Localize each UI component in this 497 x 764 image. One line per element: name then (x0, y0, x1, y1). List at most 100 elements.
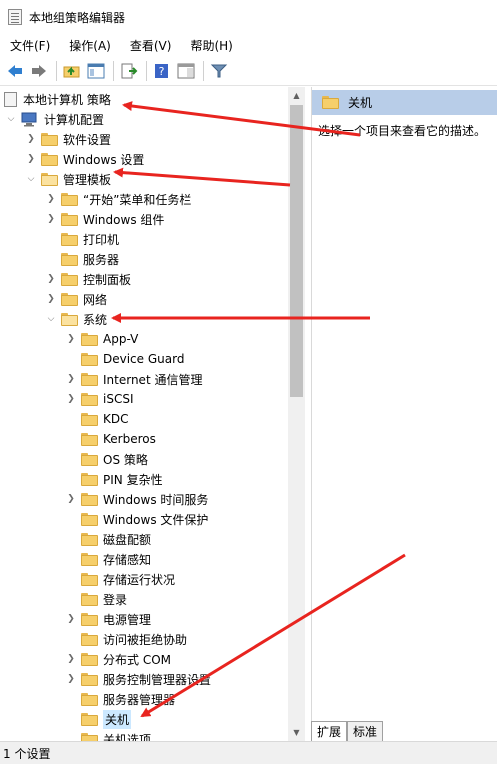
tree-item-computer-config[interactable]: ⌵ 计算机配置 (5, 109, 104, 129)
tree-label: App-V (103, 332, 139, 346)
tree-item-system-child[interactable]: ❯ 电源管理 (65, 609, 151, 629)
forward-arrow-icon[interactable] (28, 60, 50, 82)
tree-label: Device Guard (103, 352, 185, 366)
tree-item-system-child[interactable]: 服务器管理器 (65, 689, 175, 709)
folder-icon (81, 432, 98, 446)
tree-item-system-child[interactable]: PIN 复杂性 (65, 469, 163, 489)
tree-label: Windows 设置 (63, 152, 145, 167)
tree-scrollbar[interactable]: ▲ ▼ (288, 87, 305, 741)
tree-label: Windows 时间服务 (103, 492, 209, 507)
tree-item-printers[interactable]: 打印机 (45, 229, 119, 249)
tree-item-software-settings[interactable]: ❯ 软件设置 (25, 129, 111, 149)
chevron-right-icon[interactable]: ❯ (25, 153, 37, 165)
tree-item-system-child[interactable]: Windows 文件保护 (65, 509, 208, 529)
menu-help[interactable]: 帮助(H) (180, 37, 241, 54)
tree-label: Windows 组件 (83, 212, 165, 227)
details-header: 关机 (312, 90, 497, 115)
folder-icon (81, 372, 98, 386)
tree-item-system-child[interactable]: 存储运行状况 (65, 569, 175, 589)
chevron-right-icon[interactable]: ❯ (45, 193, 57, 205)
tree-label: “开始”菜单和任务栏 (83, 192, 192, 207)
policy-editor-app-icon (8, 9, 22, 25)
chevron-right-icon[interactable]: ❯ (45, 273, 57, 285)
toolbar-separator (56, 60, 57, 81)
tree-item-system[interactable]: ⌵ 系统 (45, 309, 107, 329)
menu-view[interactable]: 查看(V) (120, 37, 181, 54)
tree-item-system-child[interactable]: 关机选项 (65, 729, 151, 741)
chevron-right-icon[interactable]: ❯ (65, 333, 77, 345)
up-folder-icon[interactable] (61, 60, 83, 82)
back-arrow-icon[interactable] (4, 60, 26, 82)
tree-label: 服务控制管理器设置 (103, 672, 212, 687)
chevron-right-icon[interactable]: ❯ (65, 653, 77, 665)
chevron-right-icon[interactable]: ❯ (65, 373, 77, 385)
folder-icon (81, 472, 98, 486)
folder-icon (81, 452, 98, 466)
tree-item-system-child[interactable]: 登录 (65, 589, 127, 609)
folder-icon (81, 592, 98, 606)
tree-item-windows-settings[interactable]: ❯ Windows 设置 (25, 149, 144, 169)
folder-icon (81, 672, 98, 686)
details-header-title: 关机 (348, 96, 373, 110)
tree-item-system-child[interactable]: Device Guard (65, 349, 184, 369)
scrollbar-thumb[interactable] (290, 105, 303, 397)
chevron-right-icon[interactable]: ❯ (65, 393, 77, 405)
tree-item-network[interactable]: ❯ 网络 (45, 289, 107, 309)
tree-item-system-child[interactable]: KDC (65, 409, 129, 429)
tab-extended[interactable]: 扩展 (311, 721, 348, 741)
tree-item-system-child[interactable]: ❯ 服务控制管理器设置 (65, 669, 211, 689)
export-list-icon[interactable] (118, 60, 140, 82)
folder-icon (81, 492, 98, 506)
chevron-right-icon[interactable]: ❯ (65, 673, 77, 685)
tree-item-system-child[interactable]: ❯ Internet 通信管理 (65, 369, 202, 389)
tree-label: 控制面板 (83, 272, 132, 287)
chevron-right-icon[interactable]: ❯ (25, 133, 37, 145)
status-bar: 1 个设置 (0, 741, 497, 764)
tree-item-windows-components[interactable]: ❯ Windows 组件 (45, 209, 164, 229)
folder-icon (81, 652, 98, 666)
tree-item-system-child[interactable]: ❯ iSCSI (65, 389, 133, 409)
tree-item-system-child[interactable]: 磁盘配额 (65, 529, 151, 549)
folder-icon (61, 232, 78, 246)
tree-item-control-panel[interactable]: ❯ 控制面板 (45, 269, 131, 289)
tree-item-system-child[interactable]: ❯ Windows 时间服务 (65, 489, 208, 509)
show-hide-tree-icon[interactable] (85, 60, 107, 82)
tree-item-servers[interactable]: 服务器 (45, 249, 119, 269)
help-icon[interactable]: ? (151, 60, 173, 82)
tree-item-system-child[interactable]: 存储感知 (65, 549, 151, 569)
tree-label: 软件设置 (63, 132, 112, 147)
properties-pane-icon[interactable] (175, 60, 197, 82)
tree-item-system-child[interactable]: 访问被拒绝协助 (65, 629, 187, 649)
chevron-right-icon[interactable]: ❯ (65, 613, 77, 625)
tree-item-system-child[interactable]: ❯ App-V (65, 329, 138, 349)
details-pane: 关机 选择一个项目来查看它的描述。 (311, 87, 497, 741)
filter-icon[interactable] (208, 60, 230, 82)
chevron-right-icon[interactable]: ❯ (45, 293, 57, 305)
tree-label: 登录 (103, 592, 128, 607)
tree-item-system-child[interactable]: OS 策略 (65, 449, 148, 469)
tree-item-system-child[interactable]: ❯ 分布式 COM (65, 649, 171, 669)
scroll-down-arrow-icon[interactable]: ▼ (288, 724, 305, 741)
chevron-right-icon[interactable]: ❯ (65, 493, 77, 505)
chevron-down-icon[interactable]: ⌵ (25, 173, 37, 185)
chevron-down-icon[interactable]: ⌵ (5, 113, 17, 125)
tree-item-start-menu[interactable]: ❯ “开始”菜单和任务栏 (45, 189, 191, 209)
folder-icon (81, 552, 98, 566)
tree-pane[interactable]: 本地计算机 策略 ⌵ 计算机配置 ❯ 软件设置 ❯ Windows 设置 ⌵ 管… (0, 87, 305, 741)
chevron-right-icon[interactable]: ❯ (45, 213, 57, 225)
menu-file[interactable]: 文件(F) (0, 37, 59, 54)
tree-label: Internet 通信管理 (103, 372, 203, 387)
scroll-up-arrow-icon[interactable]: ▲ (288, 87, 305, 104)
chevron-down-icon[interactable]: ⌵ (45, 313, 57, 325)
folder-icon (81, 732, 98, 741)
folder-icon (81, 512, 98, 526)
tree-item-system-child[interactable]: 关机 (65, 709, 132, 729)
tree-item-admin-templates[interactable]: ⌵ 管理模板 (25, 169, 111, 189)
tree-root[interactable]: 本地计算机 策略 (4, 89, 111, 109)
folder-icon (81, 632, 98, 646)
tree-label: PIN 复杂性 (103, 472, 163, 487)
folder-icon (81, 612, 98, 626)
menu-action[interactable]: 操作(A) (59, 37, 120, 54)
tab-standard[interactable]: 标准 (347, 721, 384, 741)
tree-item-system-child[interactable]: Kerberos (65, 429, 156, 449)
